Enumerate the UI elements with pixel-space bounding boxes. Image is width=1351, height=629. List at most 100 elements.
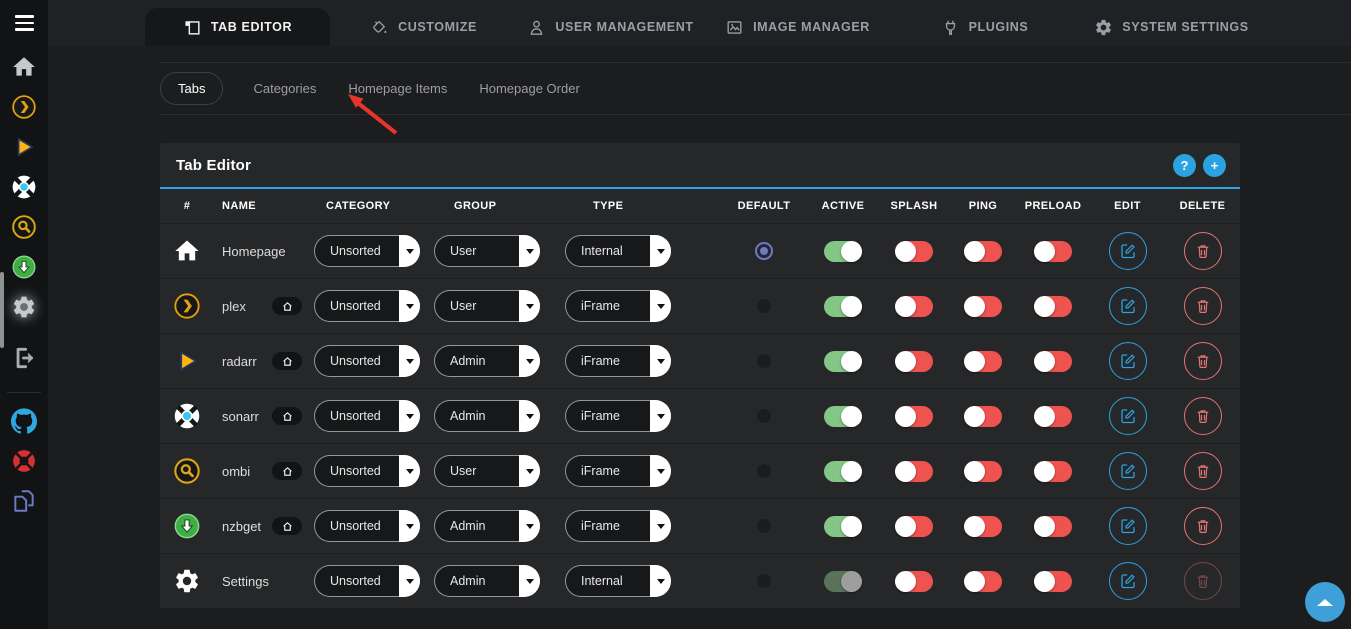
- splash-toggle[interactable]: [895, 571, 933, 592]
- sidebar-item-support[interactable]: [0, 441, 48, 481]
- topnav-tab-customize[interactable]: CUSTOMIZE: [330, 8, 517, 46]
- sidebar-scrollbar[interactable]: [0, 272, 4, 348]
- active-toggle[interactable]: [824, 461, 862, 482]
- sidebar-item-logout[interactable]: [0, 336, 48, 380]
- group-select[interactable]: User: [434, 290, 540, 322]
- active-toggle[interactable]: [824, 351, 862, 372]
- sidebar-item-ombi[interactable]: [0, 207, 48, 247]
- delete-button[interactable]: [1184, 232, 1222, 270]
- splash-toggle[interactable]: [895, 296, 933, 317]
- sidebar-item-sonarr[interactable]: [0, 167, 48, 207]
- ping-toggle[interactable]: [964, 296, 1002, 317]
- category-select[interactable]: Unsorted: [314, 400, 420, 432]
- category-select[interactable]: Unsorted: [314, 455, 420, 487]
- topnav-tab-tab-editor[interactable]: TAB EDITOR: [145, 8, 330, 46]
- edit-button[interactable]: [1109, 287, 1147, 325]
- edit-button[interactable]: [1109, 562, 1147, 600]
- default-radio[interactable]: [755, 407, 773, 425]
- sidebar-item-nzbget[interactable]: [0, 247, 48, 287]
- topnav-tab-plugins[interactable]: PLUGINS: [891, 8, 1078, 46]
- edit-button[interactable]: [1109, 232, 1147, 270]
- splash-toggle[interactable]: [895, 406, 933, 427]
- topnav-tab-system-settings[interactable]: SYSTEM SETTINGS: [1078, 8, 1265, 46]
- default-radio[interactable]: [755, 517, 773, 535]
- ping-toggle[interactable]: [964, 406, 1002, 427]
- edit-button[interactable]: [1109, 507, 1147, 545]
- topnav-tab-label: USER MANAGEMENT: [555, 20, 693, 34]
- category-select[interactable]: Unsorted: [314, 290, 420, 322]
- ping-toggle[interactable]: [964, 461, 1002, 482]
- active-toggle[interactable]: [824, 406, 862, 427]
- subtab-categories[interactable]: Categories: [251, 73, 318, 104]
- category-select[interactable]: Unsorted: [314, 565, 420, 597]
- default-radio[interactable]: [755, 297, 773, 315]
- category-select[interactable]: Unsorted: [314, 510, 420, 542]
- hamburger-menu-icon[interactable]: [0, 0, 48, 46]
- category-select[interactable]: Unsorted: [314, 345, 420, 377]
- sidebar-item-radarr[interactable]: [0, 127, 48, 167]
- active-toggle[interactable]: [824, 241, 862, 262]
- ping-toggle[interactable]: [964, 571, 1002, 592]
- delete-button[interactable]: [1184, 507, 1222, 545]
- splash-toggle[interactable]: [895, 351, 933, 372]
- group-select[interactable]: Admin: [434, 345, 540, 377]
- subtab-tabs[interactable]: Tabs: [160, 72, 223, 105]
- default-radio[interactable]: [755, 462, 773, 480]
- delete-button[interactable]: [1184, 397, 1222, 435]
- delete-button[interactable]: [1184, 342, 1222, 380]
- ping-toggle[interactable]: [964, 516, 1002, 537]
- delete-button[interactable]: [1184, 452, 1222, 490]
- preload-toggle[interactable]: [1034, 461, 1072, 482]
- default-radio[interactable]: [755, 572, 773, 590]
- preload-toggle[interactable]: [1034, 571, 1072, 592]
- group-select[interactable]: Admin: [434, 400, 540, 432]
- default-radio[interactable]: [755, 352, 773, 370]
- preload-toggle[interactable]: [1034, 516, 1072, 537]
- help-button[interactable]: ?: [1173, 154, 1196, 177]
- splash-toggle[interactable]: [895, 461, 933, 482]
- type-select[interactable]: iFrame: [565, 400, 671, 432]
- edit-button[interactable]: [1109, 452, 1147, 490]
- type-select[interactable]: Internal: [565, 235, 671, 267]
- edit-button[interactable]: [1109, 397, 1147, 435]
- subtab-homepage-items[interactable]: Homepage Items: [346, 73, 449, 104]
- preload-toggle[interactable]: [1034, 406, 1072, 427]
- edit-button[interactable]: [1109, 342, 1147, 380]
- type-select[interactable]: iFrame: [565, 455, 671, 487]
- topnav-tab-user-management[interactable]: USER MANAGEMENT: [517, 8, 704, 46]
- delete-button[interactable]: [1184, 287, 1222, 325]
- panel-actions: ? +: [1173, 154, 1226, 177]
- scroll-to-top-button[interactable]: [1305, 582, 1345, 622]
- add-tab-button[interactable]: +: [1203, 154, 1226, 177]
- type-select[interactable]: iFrame: [565, 510, 671, 542]
- splash-toggle[interactable]: [895, 516, 933, 537]
- active-toggle[interactable]: [824, 296, 862, 317]
- splash-toggle[interactable]: [895, 241, 933, 262]
- sidebar-item-home[interactable]: [0, 47, 48, 87]
- topnav-tab-label: CUSTOMIZE: [398, 20, 477, 34]
- group-select[interactable]: Admin: [434, 510, 540, 542]
- group-select[interactable]: Admin: [434, 565, 540, 597]
- type-select[interactable]: iFrame: [565, 290, 671, 322]
- active-toggle[interactable]: [824, 516, 862, 537]
- group-select[interactable]: User: [434, 235, 540, 267]
- ping-toggle[interactable]: [964, 351, 1002, 372]
- subtab-homepage-order[interactable]: Homepage Order: [477, 73, 581, 104]
- topnav-tab-image-manager[interactable]: IMAGE MANAGER: [704, 8, 891, 46]
- preload-toggle[interactable]: [1034, 296, 1072, 317]
- type-select[interactable]: iFrame: [565, 345, 671, 377]
- preload-toggle[interactable]: [1034, 351, 1072, 372]
- ping-toggle[interactable]: [964, 241, 1002, 262]
- trash-icon: [1194, 242, 1212, 260]
- active-toggle[interactable]: [824, 571, 862, 592]
- preload-toggle[interactable]: [1034, 241, 1072, 262]
- sidebar-item-settings[interactable]: [0, 287, 48, 327]
- chevron-down-icon: [519, 565, 540, 597]
- category-select[interactable]: Unsorted: [314, 235, 420, 267]
- type-select[interactable]: Internal: [565, 565, 671, 597]
- group-select[interactable]: User: [434, 455, 540, 487]
- sidebar-item-github[interactable]: [0, 401, 48, 441]
- sidebar-item-plex[interactable]: [0, 87, 48, 127]
- sidebar-item-docs[interactable]: [0, 481, 48, 521]
- default-radio[interactable]: [755, 242, 773, 260]
